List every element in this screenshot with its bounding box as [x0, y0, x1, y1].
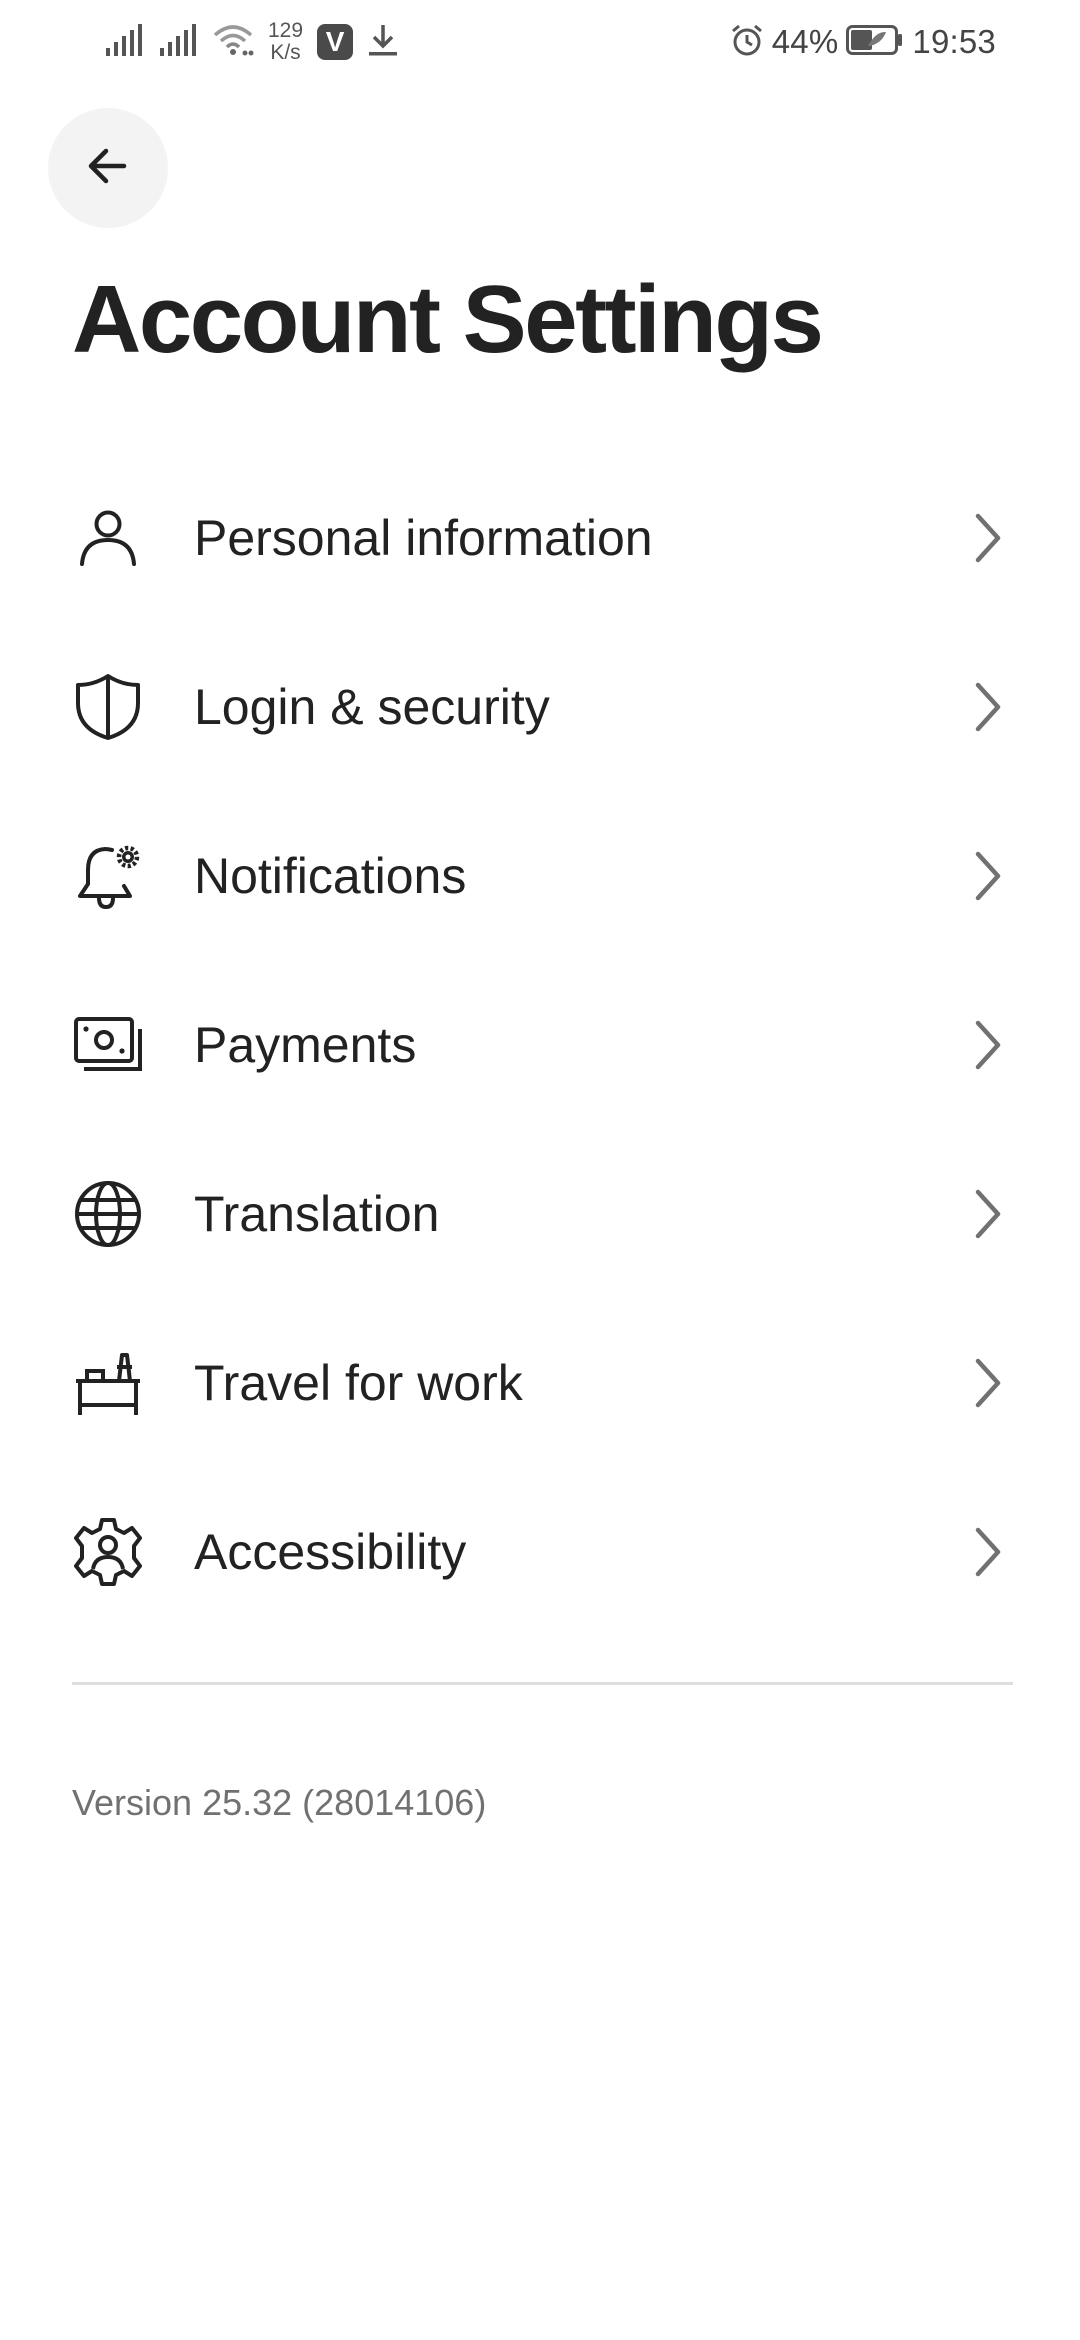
menu-item-label: Payments [194, 1016, 417, 1073]
vpn-badge: V [317, 24, 354, 60]
network-speed-value: 129 [268, 19, 304, 42]
chevron-right-icon [966, 846, 1010, 906]
menu-item-payments[interactable]: Payments [0, 960, 1080, 1129]
person-icon [72, 502, 144, 574]
menu-item-label: Accessibility [194, 1523, 467, 1580]
chevron-right-icon [966, 1522, 1010, 1582]
battery-percent: 44% [771, 23, 839, 60]
menu-item-travel-for-work[interactable]: Travel for work [0, 1298, 1080, 1467]
menu-item-notifications[interactable]: Notifications [0, 791, 1080, 960]
accessibility-gear-icon [72, 1516, 144, 1588]
menu-item-translation[interactable]: Translation [0, 1129, 1080, 1298]
money-icon [72, 1009, 144, 1081]
signal-icon [158, 23, 198, 61]
menu-item-login-security[interactable]: Login & security [0, 622, 1080, 791]
settings-menu: Personal information Login & security No… [0, 453, 1080, 1636]
shield-icon [72, 671, 144, 743]
clock: 19:53 [912, 23, 996, 60]
globe-icon [72, 1178, 144, 1250]
wifi-icon [212, 23, 254, 62]
bell-gear-icon [72, 840, 144, 912]
status-bar-left: 129 K/s V [104, 14, 413, 70]
chevron-right-icon [966, 677, 1010, 737]
signal-icon [104, 23, 144, 61]
menu-item-accessibility[interactable]: Accessibility [0, 1467, 1080, 1636]
network-speed: 129 K/s [268, 20, 303, 64]
back-button[interactable] [48, 108, 168, 228]
menu-item-label: Personal information [194, 509, 653, 566]
status-bar: 129 K/s V 44% 19:53 [0, 0, 1080, 84]
chevron-right-icon [966, 1353, 1010, 1413]
status-bar-right: 44% 19:53 [722, 14, 996, 70]
menu-item-label: Login & security [194, 678, 550, 735]
menu-item-label: Translation [194, 1185, 440, 1242]
chevron-right-icon [966, 1184, 1010, 1244]
page-title: Account Settings [72, 266, 824, 373]
chevron-right-icon [966, 508, 1010, 568]
menu-item-label: Travel for work [194, 1354, 523, 1411]
battery-icon [846, 24, 904, 60]
menu-item-personal-information[interactable]: Personal information [0, 453, 1080, 622]
divider [72, 1682, 1013, 1685]
arrow-left-icon [84, 142, 132, 195]
app-version: Version 25.32 (28014106) [72, 1782, 487, 1823]
menu-item-label: Notifications [194, 847, 467, 904]
download-icon [367, 23, 399, 62]
alarm-icon [730, 23, 764, 62]
chevron-right-icon [966, 1015, 1010, 1075]
network-speed-unit: K/s [270, 41, 301, 64]
desk-icon [72, 1347, 144, 1419]
